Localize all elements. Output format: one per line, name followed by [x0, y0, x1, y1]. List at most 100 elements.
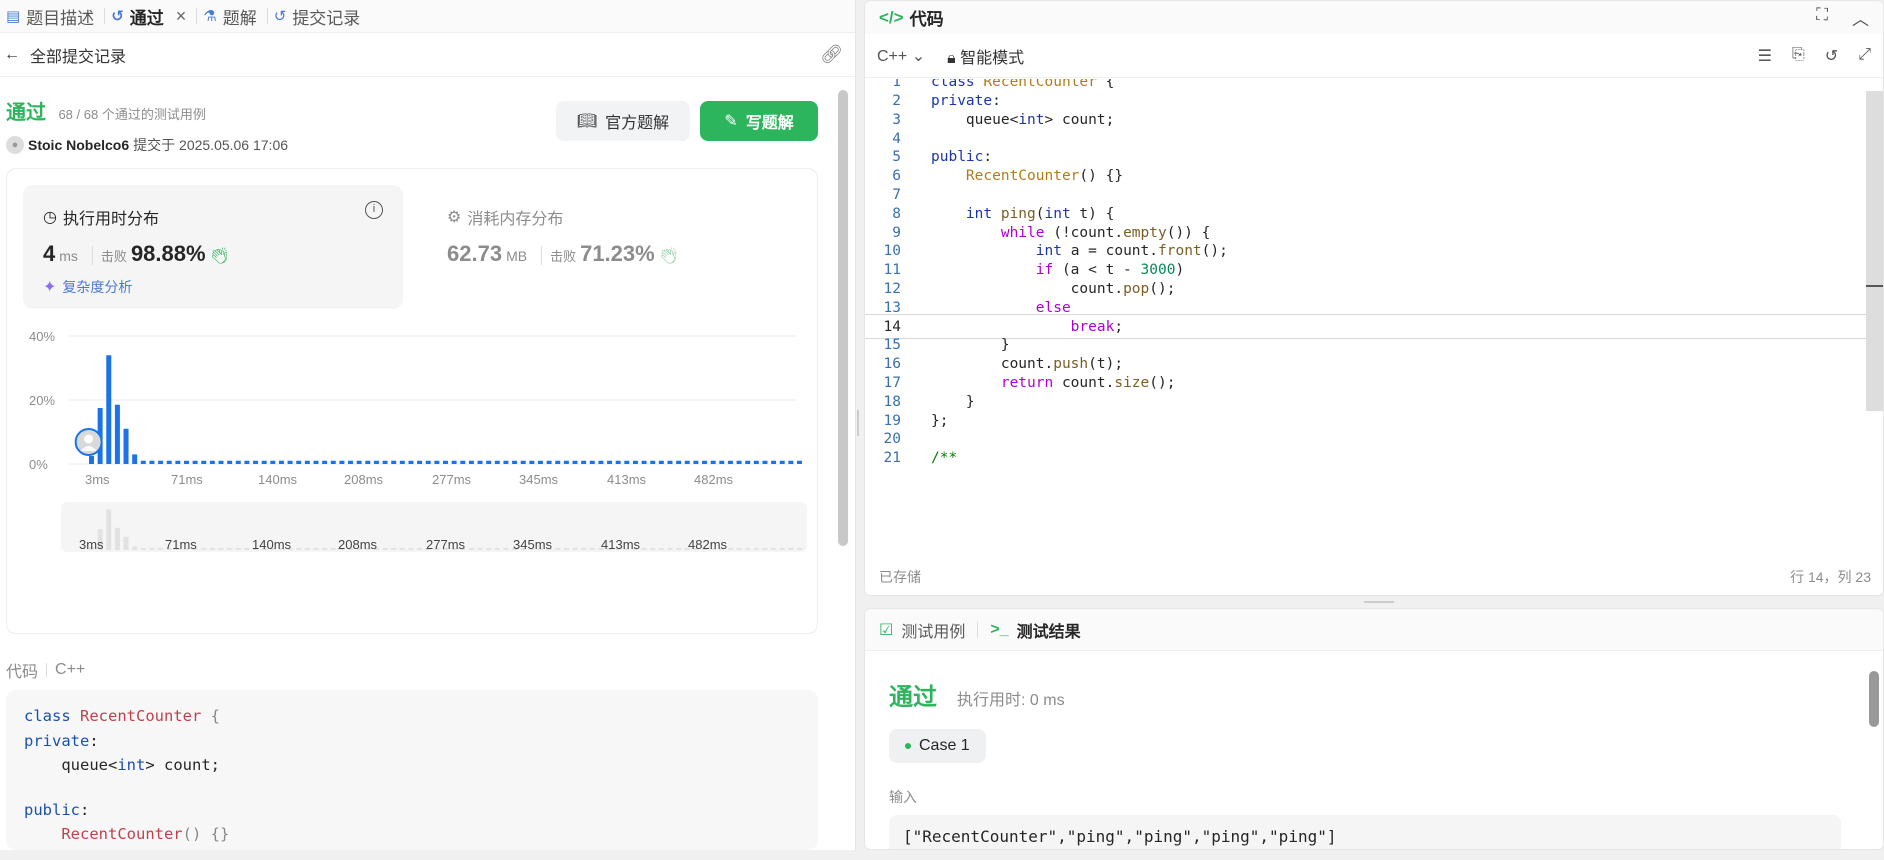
histogram-bar[interactable]	[339, 460, 345, 464]
complexity-link[interactable]: ✦ 复杂度分析	[43, 277, 132, 297]
histogram-bar[interactable]	[140, 460, 146, 464]
histogram-bar[interactable]	[399, 460, 405, 464]
histogram-bar[interactable]	[261, 460, 267, 464]
histogram-bar[interactable]	[537, 460, 543, 464]
histogram-bar[interactable]	[771, 460, 777, 464]
histogram-bar[interactable]	[797, 460, 802, 464]
histogram-bar[interactable]	[434, 460, 440, 464]
histogram-bar[interactable]	[365, 460, 371, 464]
histogram-bar[interactable]	[520, 460, 526, 464]
reset-icon[interactable]: ↺	[1825, 46, 1838, 66]
histogram-bar[interactable]	[313, 460, 319, 464]
left-scrollbar[interactable]	[838, 90, 848, 546]
histogram-bar[interactable]	[132, 454, 138, 464]
histogram-bar[interactable]	[123, 428, 129, 464]
histogram-bar[interactable]	[710, 460, 716, 464]
histogram-bar[interactable]	[166, 460, 172, 464]
histogram-bar[interactable]	[408, 460, 414, 464]
histogram-bar[interactable]	[417, 460, 423, 464]
histogram-bar[interactable]	[581, 460, 587, 464]
language-select[interactable]: C++ ⌄	[877, 46, 925, 66]
tab-description[interactable]: ▤ 题目描述	[0, 0, 104, 33]
histogram-bar[interactable]	[667, 460, 673, 464]
histogram-bar[interactable]	[183, 460, 189, 464]
official-solution-button[interactable]: 📖︎ 官方题解	[556, 101, 690, 141]
tab-testcases[interactable]: ☑ 测试用例	[879, 618, 965, 642]
histogram-bar[interactable]	[693, 460, 699, 464]
histogram-bar[interactable]	[598, 460, 604, 464]
histogram-bar[interactable]	[192, 460, 198, 464]
histogram-bar[interactable]	[218, 460, 224, 464]
histogram-bar[interactable]	[201, 460, 207, 464]
histogram-bar[interactable]	[702, 460, 708, 464]
bookmark-icon[interactable]: ⎘	[1792, 46, 1805, 66]
code-area[interactable]: 1 class RecentCounter {2 private: 3 queue<i…	[865, 79, 1883, 541]
histogram-bar[interactable]	[114, 404, 120, 464]
histogram-bar[interactable]	[779, 460, 785, 464]
tab-submissions[interactable]: ↺ 提交记录	[268, 0, 371, 33]
histogram-bar[interactable]	[460, 460, 466, 464]
histogram-bar[interactable]	[106, 355, 112, 464]
histogram-bar[interactable]	[235, 460, 241, 464]
editor-scrollbar[interactable]	[1866, 91, 1883, 411]
histogram-bar[interactable]	[322, 460, 328, 464]
histogram-bar[interactable]	[287, 460, 293, 464]
histogram-bar[interactable]	[373, 460, 379, 464]
histogram-bar[interactable]	[632, 460, 638, 464]
histogram-bar[interactable]	[589, 460, 595, 464]
histogram-bar[interactable]	[486, 460, 492, 464]
histogram-bar[interactable]	[727, 460, 733, 464]
histogram-bar[interactable]	[425, 460, 431, 464]
histogram-bar[interactable]	[563, 460, 569, 464]
close-icon[interactable]: ×	[176, 6, 187, 27]
histogram-bar[interactable]	[391, 460, 397, 464]
histogram-bar[interactable]	[158, 460, 164, 464]
histogram-bar[interactable]	[89, 456, 94, 464]
histogram-bar[interactable]	[546, 460, 552, 464]
histogram-bar[interactable]	[175, 460, 181, 464]
histogram-bar[interactable]	[615, 460, 621, 464]
histogram-bar[interactable]	[494, 460, 500, 464]
histogram-bar[interactable]	[719, 460, 725, 464]
tab-accepted[interactable]: ↺ 通过 ×	[105, 0, 196, 33]
histogram-bar[interactable]	[209, 460, 215, 464]
format-icon[interactable]: ☰	[1758, 46, 1772, 66]
info-icon[interactable]: i	[365, 201, 383, 219]
histogram-bar[interactable]	[468, 460, 474, 464]
case-tab[interactable]: Case 1	[889, 729, 986, 763]
code-line[interactable]: 21 /**	[865, 447, 1883, 470]
histogram-bar[interactable]	[753, 460, 759, 464]
histogram-bar[interactable]	[745, 460, 751, 464]
histogram-bar[interactable]	[356, 460, 362, 464]
histogram-bar[interactable]	[503, 460, 509, 464]
histogram-bar[interactable]	[676, 460, 682, 464]
histogram-bar[interactable]	[624, 460, 630, 464]
fullscreen-icon[interactable]: ⛶	[1816, 5, 1828, 30]
histogram-bar[interactable]	[572, 460, 578, 464]
tab-testresult[interactable]: >_ 测试结果	[990, 618, 1080, 642]
avatar-icon[interactable]: ●	[6, 136, 24, 154]
histogram-bar[interactable]	[278, 460, 284, 464]
histogram-bar[interactable]	[227, 460, 233, 464]
expand-icon[interactable]: ⤢	[1858, 46, 1871, 66]
histogram-bar[interactable]	[607, 460, 613, 464]
histogram-bar[interactable]	[736, 460, 742, 464]
histogram-bar[interactable]	[477, 460, 483, 464]
back-link[interactable]: ← 全部提交记录	[4, 43, 126, 67]
vertical-splitter-handle[interactable]	[857, 410, 859, 436]
runtime-box[interactable]: ◷ 执行用时分布 i 4 ms 击败 98.88% 👏︎ ✦ 复杂度分析	[23, 185, 403, 309]
histogram-bar[interactable]	[348, 460, 354, 464]
histogram-bar[interactable]	[762, 460, 768, 464]
histogram-bar[interactable]	[270, 460, 276, 464]
histogram-bar[interactable]	[253, 460, 259, 464]
mode-indicator[interactable]: 🔒︎ 智能模式	[947, 44, 1024, 68]
histogram-bar[interactable]	[149, 460, 155, 464]
memory-box[interactable]: ⚙ 消耗内存分布 62.73 MB 击败 71.23% 👏︎	[427, 185, 787, 309]
chevron-up-icon[interactable]: ︿	[1852, 5, 1869, 30]
write-solution-button[interactable]: ✎ 写题解	[700, 101, 818, 141]
horizontal-splitter-handle[interactable]	[864, 598, 1884, 606]
histogram-bar[interactable]	[244, 460, 250, 464]
histogram-bar[interactable]	[788, 460, 794, 464]
histogram-bar[interactable]	[641, 460, 647, 464]
user-name[interactable]: Stoic Nobelco6	[28, 137, 129, 153]
